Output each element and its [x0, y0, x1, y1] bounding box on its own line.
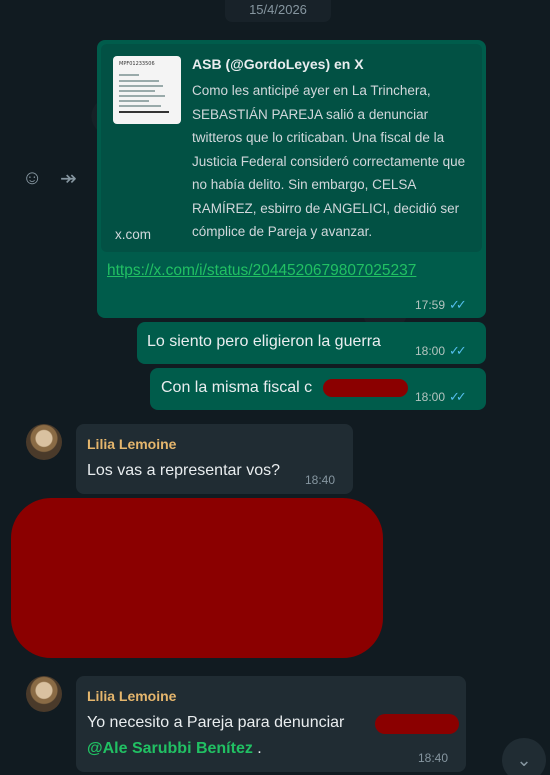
sender-name[interactable]: Lilia Lemoine — [87, 436, 176, 452]
preview-description: Como les anticipé ayer en La Trinchera, … — [192, 83, 466, 239]
preview-domain: x.com — [115, 227, 152, 242]
message-meta: 18:40 — [418, 751, 448, 765]
incoming-message[interactable]: Lilia Lemoine Yo necesito a Pareja para … — [76, 676, 466, 772]
sender-name[interactable]: Lilia Lemoine — [87, 688, 176, 704]
outgoing-message[interactable]: Lo siento pero eligieron la guerra 18:00… — [137, 322, 486, 364]
message-time: 18:00 — [415, 344, 446, 358]
message-time: 18:00 — [415, 390, 446, 404]
message-meta: 18:00 ✓✓ — [415, 343, 467, 359]
forward-icon[interactable]: ↠ — [60, 166, 77, 191]
link-preview-message[interactable]: MPF01233506 ASB (@GordoLeyes) en X Como … — [97, 40, 486, 318]
outgoing-message[interactable]: Con la misma fiscal c 18:00 ✓✓ — [150, 368, 486, 410]
avatar[interactable] — [26, 424, 62, 460]
message-time: 17:59 — [415, 298, 446, 312]
date-chip: 15/4/2026 — [225, 0, 331, 22]
emoji-icon[interactable]: ☺ — [22, 167, 42, 190]
message-text: Yo necesito a Pareja para denunciar — [87, 714, 345, 731]
read-ticks-icon: ✓✓ — [449, 343, 467, 358]
read-ticks-icon: ✓✓ — [449, 297, 467, 312]
mention-link[interactable]: @Ale Sarubbi Benítez — [87, 740, 253, 757]
incoming-message[interactable]: Lilia Lemoine Los vas a representar vos?… — [76, 424, 353, 494]
redaction-mark — [323, 379, 408, 397]
message-mention-line: @Ale Sarubbi Benítez . — [87, 740, 262, 758]
message-meta: 18:40 — [305, 473, 335, 487]
redacted-message — [11, 498, 383, 658]
message-meta: 18:00 ✓✓ — [415, 389, 467, 405]
message-suffix: . — [252, 740, 262, 757]
message-text: Con la misma fiscal c — [161, 379, 313, 396]
message-text: Los vas a representar vos? — [87, 462, 280, 479]
chevron-down-icon[interactable]: ⌄ — [502, 738, 546, 775]
thumbnail-caption: MPF01233506 — [119, 61, 155, 67]
link-preview-card[interactable]: MPF01233506 ASB (@GordoLeyes) en X Como … — [101, 44, 482, 252]
message-meta: 17:59 ✓✓ — [415, 297, 467, 313]
message-time: 18:40 — [418, 751, 449, 765]
message-time: 18:40 — [305, 473, 336, 487]
preview-title: ASB (@GordoLeyes) en X — [192, 56, 364, 72]
redaction-mark — [375, 714, 459, 734]
message-text: Lo siento pero eligieron la guerra — [147, 333, 381, 350]
preview-thumbnail: MPF01233506 — [113, 56, 181, 124]
read-ticks-icon: ✓✓ — [449, 389, 467, 404]
message-link[interactable]: https://x.com/i/status/20445206798070252… — [107, 259, 479, 283]
avatar[interactable] — [26, 676, 62, 712]
